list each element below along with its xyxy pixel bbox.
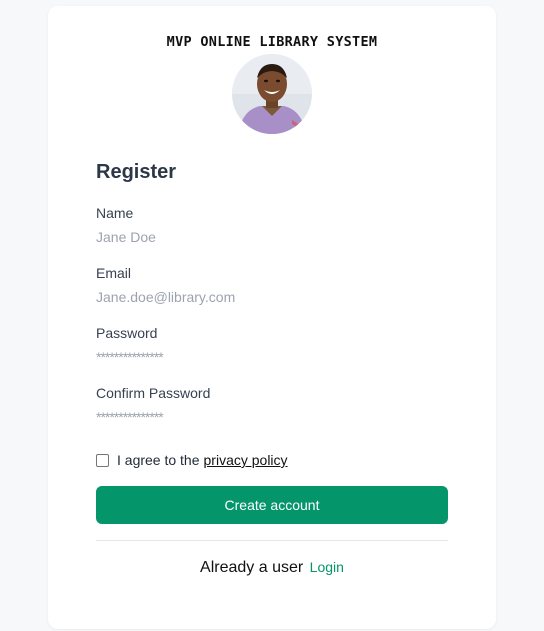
- email-input[interactable]: [96, 286, 448, 308]
- divider: [96, 540, 448, 541]
- password-label: Password: [96, 325, 158, 341]
- create-account-button[interactable]: Create account: [96, 486, 448, 524]
- privacy-checkbox[interactable]: [96, 453, 109, 467]
- name-label: Name: [96, 205, 134, 221]
- register-heading: Register: [96, 161, 177, 183]
- confirm-password-input[interactable]: [96, 406, 448, 428]
- app-title: MVP ONLINE LIBRARY SYSTEM: [166, 34, 378, 50]
- confirm-password-label: Confirm Password: [96, 385, 211, 401]
- login-link[interactable]: Login: [310, 559, 344, 575]
- login-prompt-text: Already a user: [200, 559, 304, 576]
- privacy-agreement-text: I agree to the: [117, 452, 200, 468]
- email-label: Email: [96, 265, 132, 281]
- register-card: MVP ONLINE LIBRARY SYSTEM Register Name: [48, 6, 496, 629]
- password-input[interactable]: [96, 346, 448, 368]
- name-input[interactable]: [96, 226, 448, 248]
- login-prompt: Already a user Login: [48, 559, 496, 577]
- privacy-policy-link[interactable]: privacy policy: [204, 452, 288, 468]
- privacy-agreement: I agree to the privacy policy: [96, 452, 288, 468]
- avatar: [232, 54, 312, 134]
